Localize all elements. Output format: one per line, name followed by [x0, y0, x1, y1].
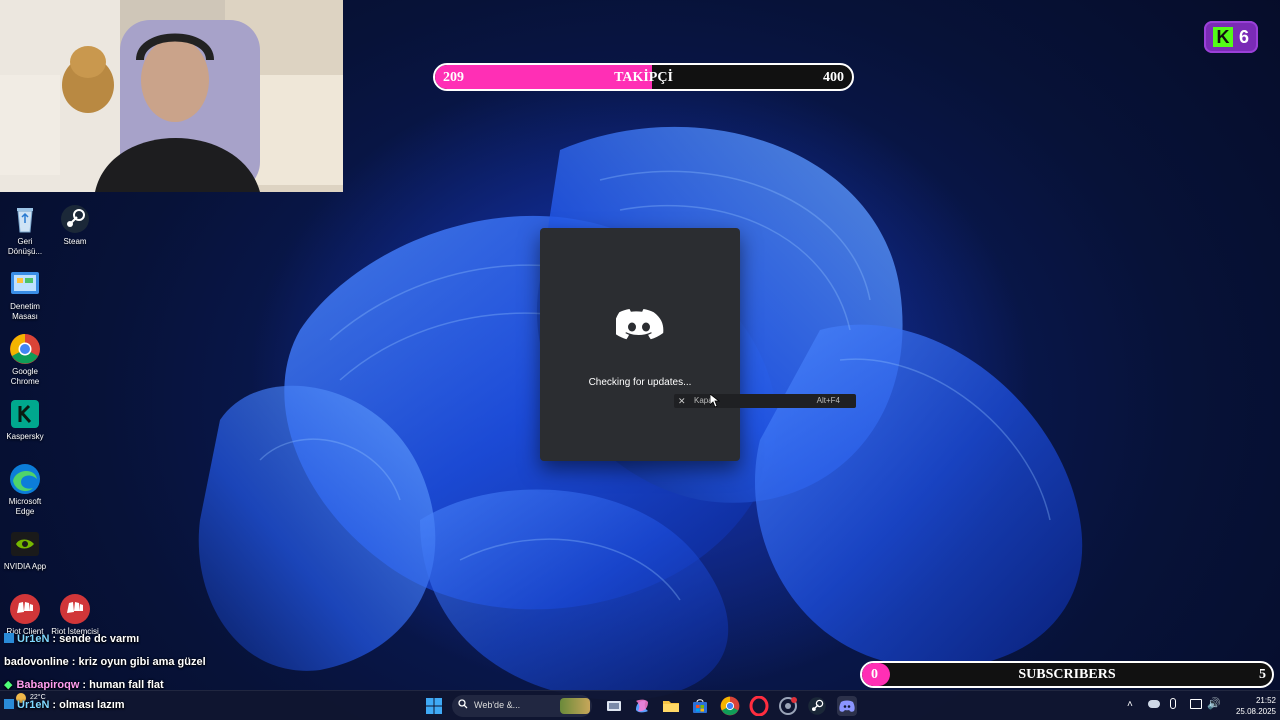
follower-goal-target: 400 [823, 70, 844, 85]
window-context-menu[interactable]: ✕ Kapat Alt+F4 [674, 394, 856, 408]
control-panel-icon [9, 268, 41, 300]
clock[interactable]: 21:52 25.08.2025 [1222, 695, 1276, 717]
follower-goal-label: TAKİPÇİ [614, 70, 673, 85]
discord-taskbar-icon[interactable] [837, 696, 857, 716]
opera-gx-icon[interactable] [749, 695, 769, 717]
riot-icon [9, 593, 41, 625]
taskbar-search[interactable]: Web'de &... [452, 695, 592, 717]
riot-icon [59, 593, 91, 625]
desktop-icon-label: Google Chrome [10, 367, 40, 386]
copilot-icon[interactable] [632, 696, 652, 716]
chat-text: : kriz oyun gibi ama güzel [71, 656, 206, 668]
steam-icon[interactable] [807, 696, 827, 716]
desktop-icon-control-panel[interactable]: Denetim Masası [0, 268, 50, 322]
desktop-icon-riot-client[interactable]: Riot Client [0, 593, 50, 637]
desktop-icon-label: NVIDIA App [3, 562, 47, 571]
webcam-feed [0, 0, 343, 192]
close-icon: ✕ [678, 396, 686, 406]
chat-message: Ur1eN: sende dc varmı [4, 633, 139, 645]
kaspersky-icon [9, 398, 41, 430]
volume-icon[interactable]: 🔊 [1207, 697, 1221, 710]
discord-update-status: Checking for updates... [588, 377, 692, 388]
chat-text: : olması lazım [52, 699, 125, 711]
windows-logo-icon [426, 698, 442, 714]
search-placeholder: Web'de &... [474, 700, 521, 710]
chat-message: Ur1eN: olması lazım [4, 699, 125, 711]
steam-helper-icon[interactable] [778, 696, 798, 716]
kick-logo-icon: K [1212, 27, 1233, 47]
microphone-icon[interactable] [1170, 698, 1176, 709]
search-highlight-icon [560, 698, 590, 714]
search-icon [458, 699, 468, 709]
menu-item-shortcut: Alt+F4 [816, 396, 840, 405]
start-button[interactable] [424, 696, 444, 716]
desktop-icon-label: Microsoft Edge [8, 497, 42, 516]
chat-username: Ur1eN [17, 633, 50, 645]
desktop-icon-label: Denetim Masası [10, 302, 40, 321]
chat-username: badovonline [4, 656, 69, 668]
desktop-icon-riot-istemcisi[interactable]: Riot İstemcisi [50, 593, 100, 637]
viewer-count: 6 [1238, 26, 1249, 47]
desktop-icon-label: Geri Dönüşü... [7, 237, 43, 256]
chat-username: Ur1eN [17, 699, 50, 711]
desktop-icon-label: Kaspersky [6, 432, 44, 441]
desktop-icon-nvidia[interactable]: NVIDIA App [0, 528, 50, 572]
recycle-bin-icon [9, 203, 41, 235]
chevron-up-icon[interactable]: ˄ [1127, 699, 1133, 710]
subscriber-goal-label: SUBSCRIBERS [1018, 667, 1116, 682]
taskbar: 22°C Ur1eN: olması lazım Web'de &... ˄ 🔊… [0, 690, 1280, 720]
edge-icon [9, 463, 41, 495]
desktop-icon-recycle-bin[interactable]: Geri Dönüşü... [0, 203, 50, 257]
discord-logo-icon [613, 308, 664, 344]
desktop-icon-kaspersky[interactable]: Kaspersky [0, 398, 50, 442]
steam-icon [59, 203, 91, 235]
file-explorer-icon[interactable] [661, 696, 681, 716]
verified-badge-icon [4, 633, 14, 643]
mouse-cursor-icon [709, 393, 721, 408]
clock-time: 21:52 [1255, 696, 1276, 705]
clock-date: 25.08.2025 [1235, 707, 1276, 716]
microsoft-store-icon[interactable] [690, 696, 710, 716]
task-view-icon[interactable] [604, 696, 624, 716]
discord-updater-window[interactable]: Checking for updates... [540, 228, 740, 461]
subscriber-goal-target: 5 [1259, 667, 1266, 682]
desktop-icon-steam[interactable]: Steam [50, 203, 100, 247]
follower-goal-bar: 209 TAKİPÇİ 400 [433, 63, 854, 91]
chrome-icon[interactable] [720, 696, 740, 716]
chat-text: : sende dc varmı [52, 633, 140, 645]
verified-badge-icon [4, 699, 14, 709]
onedrive-icon[interactable] [1148, 700, 1160, 708]
nvidia-icon [9, 528, 41, 560]
desktop-icon-edge[interactable]: Microsoft Edge [0, 463, 50, 517]
desktop-icon-label: Steam [63, 237, 87, 246]
desktop-icon-chrome[interactable]: Google Chrome [0, 333, 50, 387]
chrome-icon [9, 333, 41, 365]
kick-viewer-badge: K 6 [1204, 21, 1258, 53]
chat-message: badovonline: kriz oyun gibi ama güzel [4, 656, 206, 668]
network-icon[interactable] [1190, 699, 1202, 709]
subscriber-goal-bar: 0 SUBSCRIBERS 5 [860, 661, 1274, 688]
